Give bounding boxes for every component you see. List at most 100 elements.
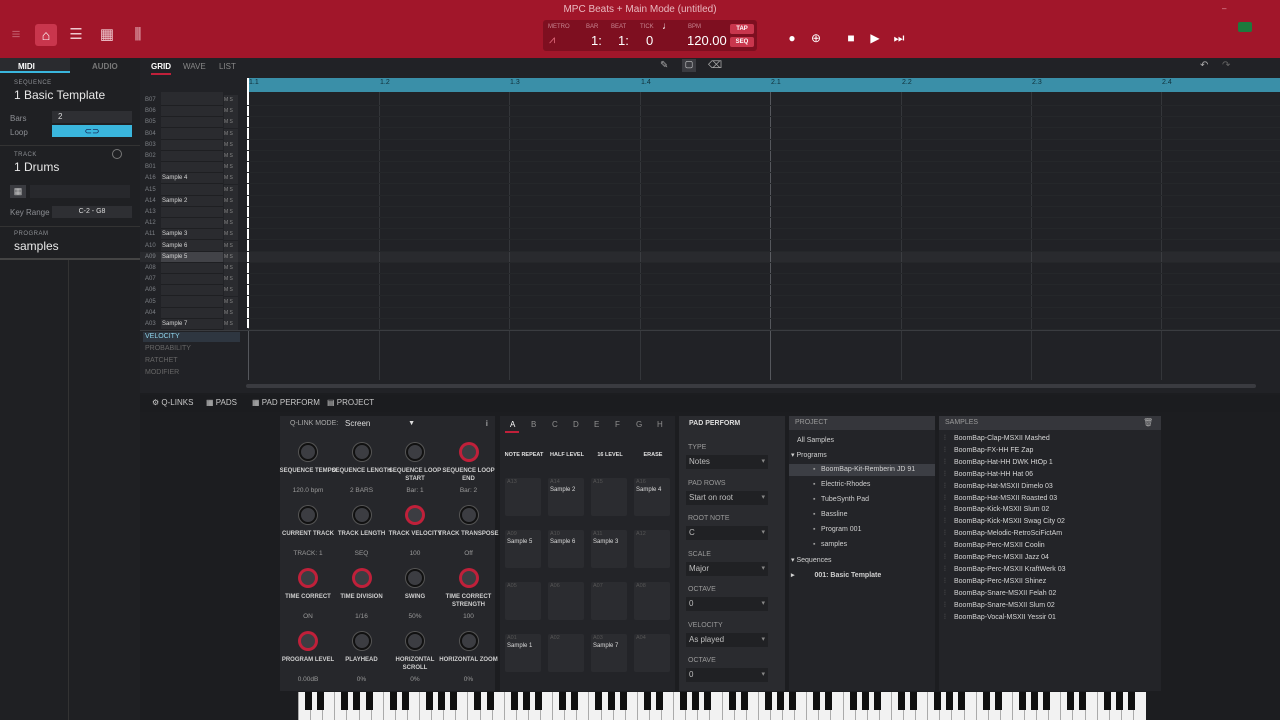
row-name[interactable]: Sample 2 xyxy=(161,195,223,207)
program-item[interactable]: Electric-Rhodes xyxy=(821,481,870,488)
row-name[interactable] xyxy=(161,106,223,118)
program-item[interactable]: samples xyxy=(821,541,847,548)
black-key[interactable] xyxy=(595,692,603,710)
main-mode-icon[interactable]: ⌂ xyxy=(35,24,57,46)
black-key[interactable] xyxy=(740,692,748,710)
seq-button[interactable]: SEQ xyxy=(730,37,754,47)
row-name[interactable]: Sample 7 xyxy=(161,319,223,330)
sample-item[interactable]: BoomBap-Hat-HH Hat 06 xyxy=(954,471,1033,478)
pad-perform-select[interactable]: 0 xyxy=(686,668,768,682)
black-key[interactable] xyxy=(1043,692,1051,710)
pad-function-button[interactable]: 16 LEVEL xyxy=(590,452,630,458)
qlink-knob[interactable] xyxy=(352,632,371,650)
black-key[interactable] xyxy=(1067,692,1075,710)
row-name[interactable] xyxy=(161,207,223,218)
tab-qlinks[interactable]: ⚙ Q-LINKS xyxy=(152,398,193,407)
black-key[interactable] xyxy=(438,692,446,710)
qlink-knob[interactable] xyxy=(299,632,317,650)
metronome-icon[interactable]: ⩘ xyxy=(549,34,567,48)
pad-perform-select[interactable]: C xyxy=(686,526,768,540)
row-name[interactable] xyxy=(161,95,223,106)
black-key[interactable] xyxy=(958,692,966,710)
horizontal-scrollbar[interactable] xyxy=(246,384,1256,388)
black-key[interactable] xyxy=(1079,692,1087,710)
redo-icon[interactable]: ↷ xyxy=(1222,60,1230,71)
bank-tab[interactable]: B xyxy=(531,420,536,429)
qlink-knob[interactable] xyxy=(459,569,478,587)
record-icon[interactable]: ● xyxy=(781,28,803,48)
mute-solo-buttons[interactable]: M S xyxy=(224,151,238,162)
mute-solo-buttons[interactable]: M S xyxy=(224,162,238,174)
tab-grid[interactable]: GRID xyxy=(151,62,171,75)
sample-item[interactable]: BoomBap-Perc-MSXII Shinez xyxy=(954,578,1046,585)
pad-perform-select[interactable]: 0 xyxy=(686,597,768,611)
tab-list[interactable]: LIST xyxy=(219,62,236,71)
track-record-arm-icon[interactable] xyxy=(112,149,122,159)
program-item[interactable]: TubeSynth Pad xyxy=(821,496,869,503)
mute-solo-buttons[interactable]: M S xyxy=(224,184,238,196)
bank-tab[interactable]: F xyxy=(615,420,620,429)
black-key[interactable] xyxy=(825,692,833,710)
midi-tab[interactable] xyxy=(0,58,70,73)
black-key[interactable] xyxy=(401,692,409,710)
black-key[interactable] xyxy=(994,692,1002,710)
black-key[interactable] xyxy=(873,692,881,710)
pad-perform-select[interactable]: Major xyxy=(686,561,768,576)
sequence-name[interactable]: 1 Basic Template xyxy=(14,88,105,102)
track-name[interactable]: 1 Drums xyxy=(14,160,59,174)
menu-icon[interactable]: ≡ xyxy=(6,26,26,44)
loop-toggle[interactable]: ⊂⊃ xyxy=(52,125,132,137)
mute-solo-buttons[interactable]: M S xyxy=(224,195,238,207)
pad-perform-select[interactable]: As played xyxy=(686,632,768,647)
bars-field[interactable]: 2 xyxy=(52,111,132,123)
sequences-folder[interactable]: ▾ Sequences xyxy=(791,556,832,564)
tab-pad-perform[interactable]: ▦ PAD PERFORM xyxy=(252,398,320,407)
row-name[interactable] xyxy=(161,296,223,308)
row-name[interactable] xyxy=(161,139,223,151)
audio-tab-label[interactable]: AUDIO xyxy=(92,62,118,71)
beat-value[interactable]: 1: xyxy=(618,33,629,48)
pad-function-button[interactable]: NOTE REPEAT xyxy=(504,452,544,458)
qlink-knob[interactable] xyxy=(459,632,478,650)
black-key[interactable] xyxy=(365,692,373,710)
qlink-knob[interactable] xyxy=(406,632,424,650)
black-key[interactable] xyxy=(341,692,349,710)
mute-solo-buttons[interactable]: M S xyxy=(224,139,238,151)
black-key[interactable] xyxy=(522,692,530,710)
mute-solo-buttons[interactable]: M S xyxy=(224,285,238,297)
trash-icon[interactable]: 🗑 xyxy=(1143,418,1153,427)
black-key[interactable] xyxy=(910,692,917,710)
lane-velocity[interactable]: VELOCITY xyxy=(145,333,180,340)
black-key[interactable] xyxy=(1031,692,1038,710)
qlink-mode-select[interactable]: Screen ▼ xyxy=(345,417,417,430)
black-key[interactable] xyxy=(728,692,736,710)
sample-item[interactable]: BoomBap-Hat-HH DWK HtOp 1 xyxy=(954,459,1053,466)
bank-tab[interactable]: D xyxy=(573,420,579,429)
black-key[interactable] xyxy=(1018,692,1026,710)
mute-solo-buttons[interactable]: M S xyxy=(224,173,238,185)
mute-solo-buttons[interactable]: M S xyxy=(224,207,238,218)
black-key[interactable] xyxy=(317,692,325,710)
black-key[interactable] xyxy=(934,692,942,710)
sample-item[interactable]: BoomBap-Perc-MSXII KraftWerk 03 xyxy=(954,566,1066,573)
sequence-item[interactable]: ▸ 001: Basic Template xyxy=(791,571,881,579)
sample-item[interactable]: BoomBap-Hat-MSXII Dimelo 03 xyxy=(954,483,1053,490)
program-item[interactable]: BoomBap-Kit-Remberin JD 91 xyxy=(821,466,915,473)
bank-tab[interactable]: A xyxy=(510,420,515,429)
sample-item[interactable]: BoomBap-Clap-MSXII Mashed xyxy=(954,435,1050,442)
black-key[interactable] xyxy=(861,692,869,710)
black-key[interactable] xyxy=(619,692,627,710)
minimize-icon[interactable]: – xyxy=(1222,4,1232,13)
mute-solo-buttons[interactable]: M S xyxy=(224,296,238,308)
mute-solo-buttons[interactable]: M S xyxy=(224,263,238,274)
black-key[interactable] xyxy=(534,692,542,710)
mute-solo-buttons[interactable]: M S xyxy=(224,274,238,286)
play-start-icon[interactable]: ⏭ xyxy=(888,28,910,48)
bpm-value[interactable]: 120.00 xyxy=(687,33,727,48)
black-key[interactable] xyxy=(764,692,772,710)
row-name[interactable] xyxy=(161,151,223,162)
black-key[interactable] xyxy=(946,692,954,710)
qlink-knob[interactable] xyxy=(299,506,317,524)
lane-modifier[interactable]: MODIFIER xyxy=(145,369,179,376)
mute-solo-buttons[interactable]: M S xyxy=(224,128,238,140)
